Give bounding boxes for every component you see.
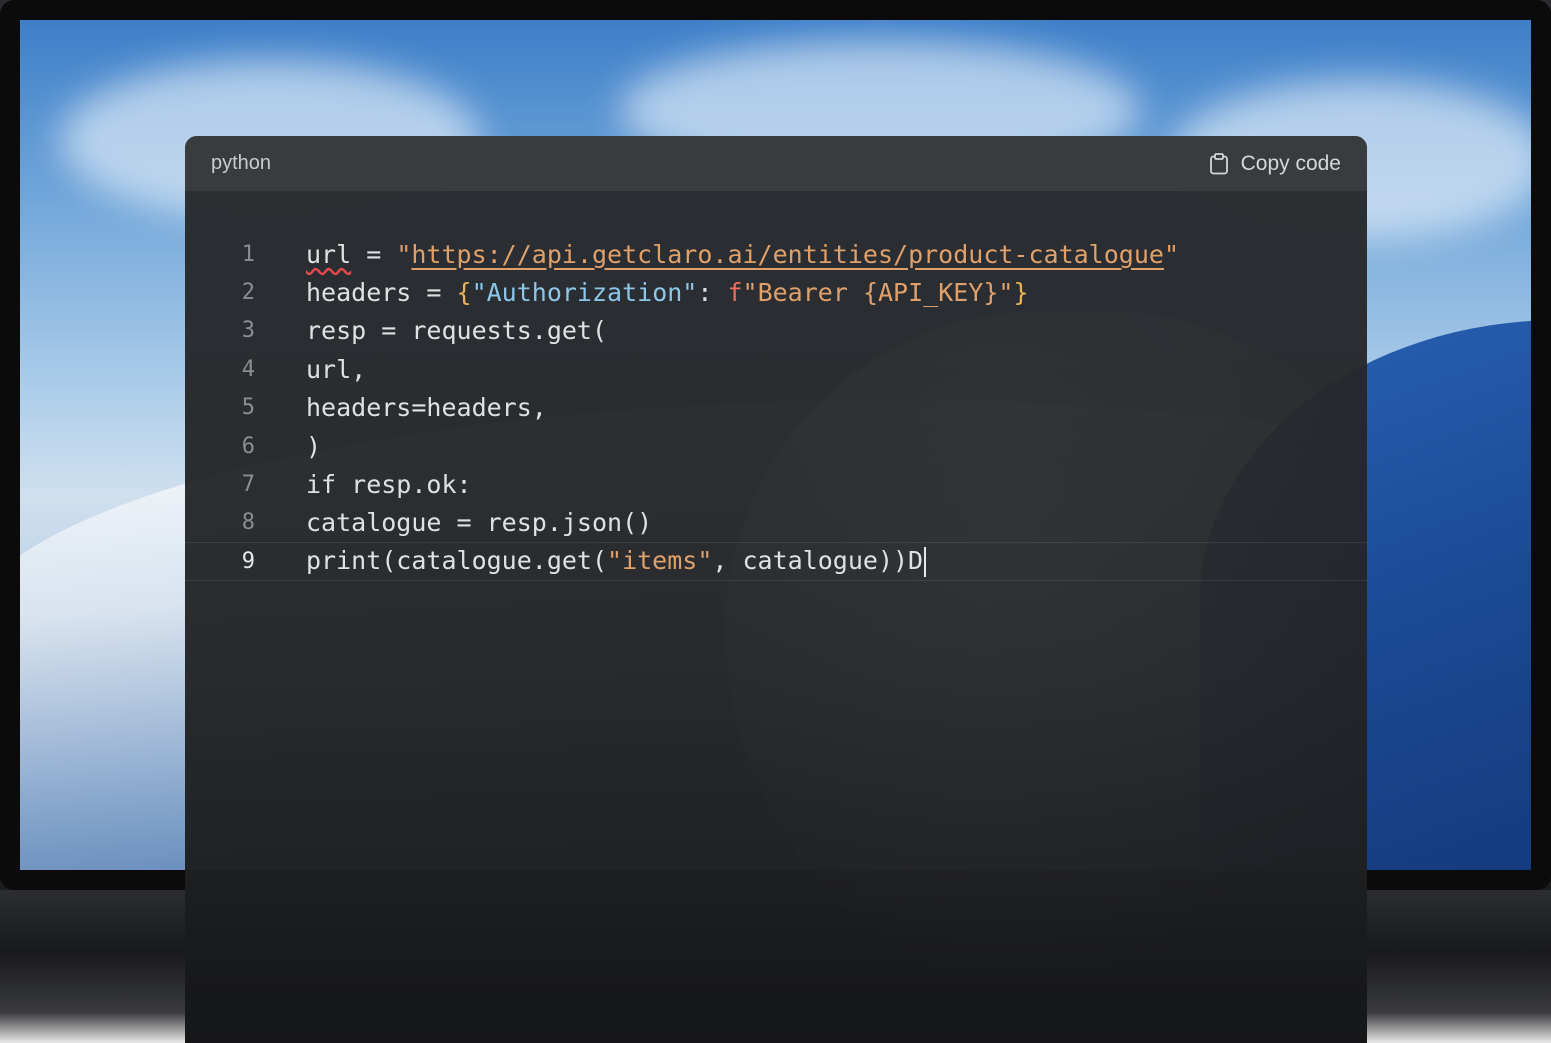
code-token: catalogue = resp.json() <box>306 508 653 538</box>
code-text: resp = requests.get( <box>306 316 607 345</box>
code-lines: 1 url = "https://api.getclaro.ai/entities… <box>185 235 1367 581</box>
desktop-scene: python Copy code 1 url = "https://api.get… <box>0 0 1551 1043</box>
code-text: url, <box>306 355 366 384</box>
line-number: 4 <box>241 356 255 382</box>
code-token: ) <box>306 431 322 461</box>
code-token: if resp.ok: <box>306 470 472 500</box>
line-number: 9 <box>241 548 255 574</box>
code-token: " <box>1163 239 1180 269</box>
code-line[interactable]: 9 print(catalogue.get("items", catalogue)… <box>185 542 1367 581</box>
copy-code-label: Copy code <box>1240 151 1341 175</box>
line-number: 3 <box>241 318 255 344</box>
text-cursor <box>924 546 927 577</box>
copy-code-button[interactable]: Copy code <box>1209 152 1341 176</box>
code-line[interactable]: 7 if resp.ok: <box>185 465 1367 503</box>
code-token: " <box>998 278 1014 308</box>
code-text: if resp.ok: <box>306 470 472 499</box>
code-text: print(catalogue.get("items", catalogue))… <box>306 545 927 577</box>
code-line[interactable]: 5 headers=headers, <box>185 389 1367 427</box>
code-token: headers = <box>306 278 457 308</box>
code-line[interactable]: 2 headers = {"Authorization": f"Bearer {A… <box>185 273 1367 311</box>
code-block: python Copy code 1 url = "https://api.get… <box>185 136 1367 1043</box>
code-token: resp = requests.get( <box>306 316 608 346</box>
language-label: python <box>211 152 272 174</box>
code-token: headers=headers, <box>306 393 547 423</box>
line-number: 7 <box>241 472 255 498</box>
line-number: 6 <box>241 433 255 459</box>
code-token: "Bearer <box>742 278 863 308</box>
code-token: {API_KEY} <box>862 278 999 308</box>
code-text: catalogue = resp.json() <box>306 508 652 537</box>
code-token: : <box>697 278 728 308</box>
code-token: f <box>727 278 743 308</box>
code-line[interactable]: 1 url = "https://api.getclaro.ai/entities… <box>185 235 1367 273</box>
code-line[interactable]: 6) <box>185 427 1367 465</box>
code-line[interactable]: 3 resp = requests.get( <box>185 312 1367 350</box>
code-line[interactable]: 8 catalogue = resp.json() <box>185 504 1367 542</box>
code-token: "items" <box>607 545 713 575</box>
line-number: 5 <box>241 395 255 421</box>
code-editor[interactable]: 1 url = "https://api.getclaro.ai/entities… <box>185 191 1367 1011</box>
code-token: url <box>306 239 352 269</box>
code-text: headers=headers, <box>306 393 547 422</box>
code-token: url, <box>306 354 367 384</box>
code-text: url = "https://api.getclaro.ai/entities/… <box>306 240 1179 269</box>
code-token: , catalogue))D <box>712 545 924 575</box>
code-token: = <box>351 239 397 269</box>
code-line[interactable]: 4 url, <box>185 350 1367 388</box>
clipboard-icon <box>1209 152 1229 175</box>
code-token: { <box>456 278 472 308</box>
code-text: headers = {"Authorization": f"Bearer {AP… <box>306 278 1029 307</box>
line-number: 1 <box>241 241 255 267</box>
code-token: } <box>1013 278 1029 308</box>
code-block-header: python Copy code <box>185 136 1367 191</box>
code-token: print(catalogue.get( <box>306 545 608 575</box>
code-text: ) <box>306 432 321 461</box>
code-token: https://api.getclaro.ai/entities/product… <box>411 239 1164 269</box>
line-number: 8 <box>241 510 255 536</box>
code-token: "Authorization" <box>471 278 698 308</box>
line-number: 2 <box>241 280 255 306</box>
code-token: " <box>396 239 412 269</box>
